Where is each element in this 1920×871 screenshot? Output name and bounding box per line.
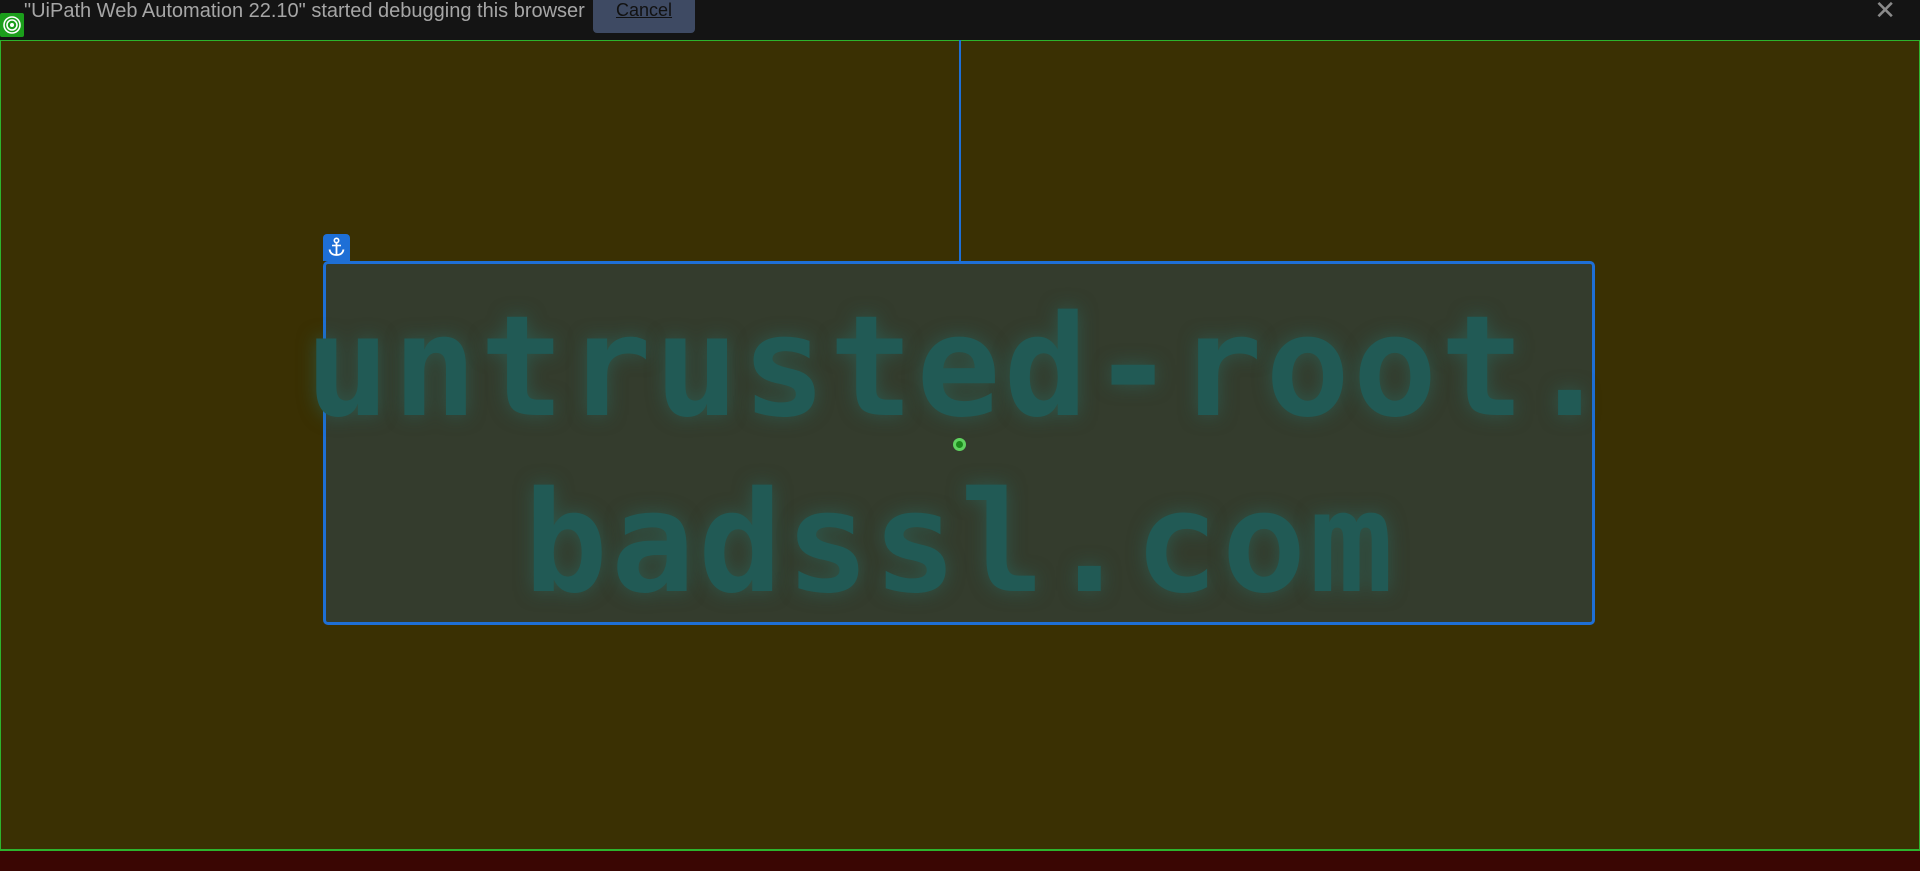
target-icon[interactable]: [0, 13, 24, 37]
debugging-message: "UiPath Web Automation 22.10" started de…: [24, 0, 585, 22]
anchor-icon[interactable]: [323, 234, 350, 261]
headline-line-2: badssl.com: [523, 462, 1397, 625]
anchor-connector-line: [959, 40, 961, 261]
cancel-button[interactable]: Cancel: [593, 0, 695, 33]
page-headline: untrusted-root. badssl.com: [280, 280, 1640, 632]
headline-line-1: untrusted-root.: [305, 286, 1615, 449]
close-icon[interactable]: ✕: [1874, 0, 1896, 24]
bottom-strip: [0, 851, 1920, 871]
debugging-infobar: "UiPath Web Automation 22.10" started de…: [0, 0, 1920, 40]
selection-center-marker: [953, 438, 966, 451]
